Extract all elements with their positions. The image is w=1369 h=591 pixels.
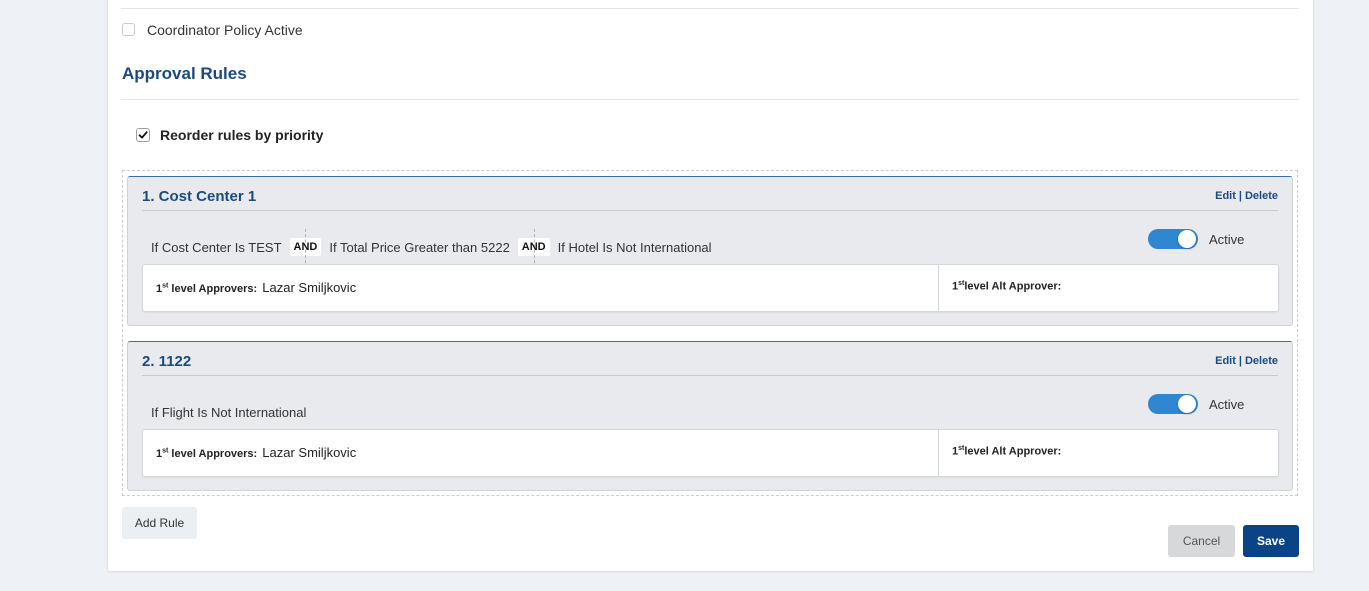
reorder-checkbox[interactable] [136,128,150,142]
rule-title: 1. Cost Center 1 [142,188,257,205]
approver-name: Lazar Smiljkovic [262,445,357,460]
add-rule-button[interactable]: Add Rule [122,507,197,539]
approvers-divider [938,265,939,311]
rule-card[interactable]: 1. Cost Center 1 Edit | Delete If Cost Cen… [127,176,1293,326]
and-connector: AND [289,229,322,263]
action-separator: | [1238,190,1242,202]
rule-conditions: If Flight Is Not International [151,396,306,428]
coordinator-policy-label: Coordinator Policy Active [147,22,303,38]
rule-conditions: If Cost Center Is TEST AND If Total Pric… [151,229,712,263]
edit-link[interactable]: Edit [1215,190,1236,202]
check-icon [138,131,148,139]
coordinator-policy-checkbox[interactable] [122,23,135,36]
save-button[interactable]: Save [1243,525,1299,557]
rule-actions: Edit | Delete [1215,190,1278,202]
approvers-divider [938,430,939,476]
rule-divider [142,375,1278,376]
first-level-approvers: 1st level Approvers: Lazar Smiljkovic [156,280,357,295]
active-toggle[interactable] [1148,394,1198,414]
cancel-button[interactable]: Cancel [1168,525,1235,557]
condition: If Flight Is Not International [151,404,307,420]
rule-actions: Edit | Delete [1215,355,1278,367]
delete-link[interactable]: Delete [1245,355,1278,367]
rule-title: 2. 1122 [142,353,192,370]
active-toggle[interactable] [1148,229,1198,249]
toggle-knob [1178,230,1196,248]
active-label: Active [1209,232,1245,247]
first-level-approvers: 1st level Approvers: Lazar Smiljkovic [156,445,357,460]
first-level-alt-approver: 1stlevel Alt Approver: [952,280,1062,293]
and-connector: AND [517,229,550,263]
active-label: Active [1209,397,1245,412]
delete-link[interactable]: Delete [1245,190,1278,202]
condition: If Total Price Greater than 5222 [329,239,510,255]
top-divider [121,8,1299,9]
rule-divider [142,210,1278,211]
toggle-knob [1178,395,1196,413]
section-divider [121,99,1299,100]
edit-link[interactable]: Edit [1215,355,1236,367]
approvers-box: 1st level Approvers: Lazar Smiljkovic 1s… [142,264,1279,312]
reorder-label: Reorder rules by priority [160,127,324,143]
approvers-box: 1st level Approvers: Lazar Smiljkovic 1s… [142,429,1279,477]
condition: If Hotel Is Not International [557,239,712,255]
action-separator: | [1238,355,1242,367]
first-level-alt-approver: 1stlevel Alt Approver: [952,445,1062,458]
condition: If Cost Center Is TEST [151,239,282,255]
approver-name: Lazar Smiljkovic [262,280,357,295]
section-title: Approval Rules [122,64,247,83]
rule-card[interactable]: 2. 1122 Edit | Delete If Flight Is Not Int… [127,341,1293,491]
